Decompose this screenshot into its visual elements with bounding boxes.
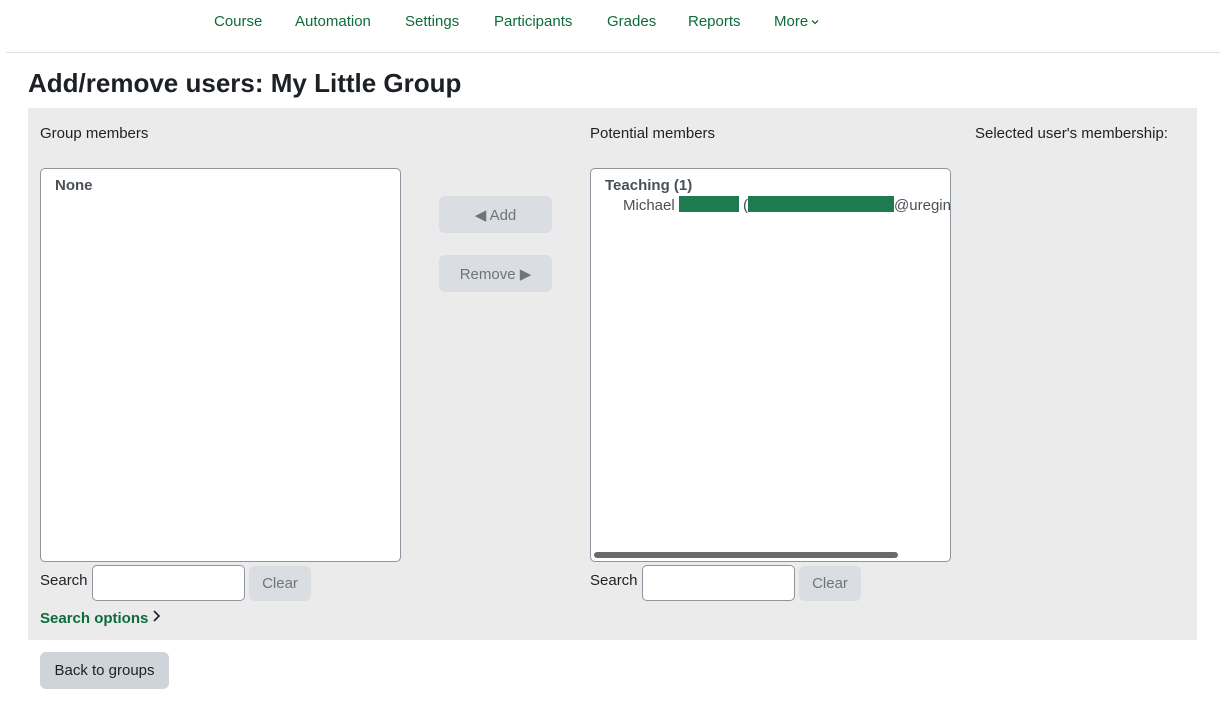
search-options-toggle[interactable]: Search options: [40, 609, 162, 627]
group-members-heading: Group members: [40, 125, 149, 142]
add-button[interactable]: ◀ Add: [439, 196, 552, 233]
potential-members-clear-button[interactable]: Clear: [799, 566, 861, 601]
horizontal-scrollbar[interactable]: [594, 552, 898, 558]
potential-members-search-input[interactable]: [642, 565, 795, 601]
page-title: Add/remove users: My Little Group: [28, 68, 462, 98]
course-secondary-nav: Course Automation Settings Participants …: [6, 0, 1220, 53]
nav-reports[interactable]: Reports: [688, 13, 741, 30]
redacted-lastname: [678, 196, 739, 212]
group-members-clear-button[interactable]: Clear: [249, 566, 311, 601]
user-first-name: Michael: [623, 197, 675, 214]
potential-members-heading: Potential members: [590, 125, 716, 142]
chevron-down-icon: [811, 17, 819, 28]
nav-more-label: More: [774, 13, 809, 30]
nav-participants[interactable]: Participants: [494, 13, 572, 30]
chevron-right-icon: [148, 609, 162, 627]
potential-members-select[interactable]: Teaching (1) Michael (@uregina: [590, 168, 951, 562]
group-members-search-input[interactable]: [92, 565, 245, 601]
group-members-search-label: Search: [40, 572, 88, 589]
group-members-select[interactable]: None: [40, 168, 401, 562]
search-options-label: Search options: [40, 609, 149, 627]
selected-user-membership-heading: Selected user's membership:: [975, 125, 1168, 142]
teaching-optgroup: Teaching (1): [605, 177, 693, 194]
group-members-optgroup: None: [55, 177, 93, 194]
nav-settings[interactable]: Settings: [405, 13, 459, 30]
potential-member-option[interactable]: Michael (@uregina: [623, 196, 951, 214]
nav-grades[interactable]: Grades: [607, 13, 656, 30]
potential-members-search-label: Search: [590, 572, 638, 589]
nav-more-dropdown[interactable]: More: [774, 13, 819, 30]
redacted-email: [748, 196, 895, 212]
user-email-suffix: @uregina: [894, 197, 951, 214]
remove-button[interactable]: Remove ▶: [439, 255, 552, 292]
nav-automation[interactable]: Automation: [295, 13, 371, 30]
nav-course[interactable]: Course: [214, 13, 262, 30]
back-to-groups-button[interactable]: Back to groups: [40, 652, 169, 689]
